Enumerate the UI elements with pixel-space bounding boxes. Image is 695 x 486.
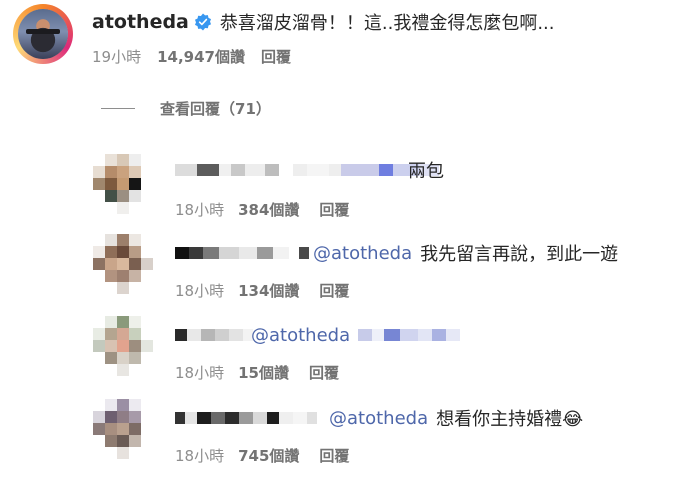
main-comment-username[interactable]: atotheda <box>92 11 189 33</box>
view-replies-button[interactable]: 查看回覆（71） <box>101 98 271 119</box>
reply-item: @atotheda 想看你主持婚禮😂 18小時 745個讚 回覆 <box>0 397 695 477</box>
verified-badge-icon <box>194 13 211 31</box>
comment-thread: atotheda 恭喜溜皮溜骨！！這..我禮金得怎麼包啊... 19小時 14,… <box>0 0 695 486</box>
reply-meta: 18小時 15個讚 回覆 <box>175 362 339 383</box>
reply-mention[interactable]: @atotheda <box>313 243 412 264</box>
reply-text-row: 兩包 <box>400 158 444 182</box>
reply-text: 我先留言再說，到此一遊 <box>420 244 619 265</box>
reply-text-row: @atotheda <box>251 323 461 347</box>
reply-likes[interactable]: 745個讚 <box>238 445 299 466</box>
reply-time[interactable]: 18小時 <box>175 199 224 220</box>
main-comment-text: 恭喜溜皮溜骨！！這..我禮金得怎麼包啊... <box>219 13 555 34</box>
reply-username-redacted[interactable] <box>175 241 309 265</box>
reply-likes[interactable]: 15個讚 <box>238 362 289 383</box>
view-replies-label: 查看回覆（71） <box>160 100 271 118</box>
reply-time[interactable]: 18小時 <box>175 445 224 466</box>
reply-text-row: @atotheda 想看你主持婚禮😂 <box>329 406 584 431</box>
main-comment-avatar[interactable] <box>13 4 73 64</box>
reply-button[interactable]: 回覆 <box>319 445 349 466</box>
view-replies-divider <box>101 108 135 109</box>
reply-meta: 18小時 745個讚 回覆 <box>175 445 349 466</box>
main-comment-reply-button[interactable]: 回覆 <box>261 46 291 67</box>
avatar-photo <box>18 9 68 59</box>
reply-meta: 18小時 384個讚 回覆 <box>175 199 349 220</box>
reply-item: 兩包 18小時 384個讚 回覆 <box>0 150 695 230</box>
reply-mention-redacted[interactable] <box>358 323 461 347</box>
reply-meta: 18小時 134個讚 回覆 <box>175 280 349 301</box>
main-comment-meta: 19小時 14,947個讚 回覆 <box>92 46 291 67</box>
reply-button[interactable]: 回覆 <box>309 362 339 383</box>
reply-time[interactable]: 18小時 <box>175 280 224 301</box>
reply-avatar[interactable] <box>93 234 153 294</box>
reply-button[interactable]: 回覆 <box>319 280 349 301</box>
reply-avatar[interactable] <box>93 316 153 376</box>
main-comment-time[interactable]: 19小時 <box>92 46 141 67</box>
reply-text: 想看你主持婚禮😂 <box>436 409 584 430</box>
reply-likes[interactable]: 134個讚 <box>238 280 299 301</box>
reply-button[interactable]: 回覆 <box>319 199 349 220</box>
reply-text: 兩包 <box>408 161 444 182</box>
reply-avatar[interactable] <box>93 399 153 459</box>
reply-avatar[interactable] <box>93 154 153 214</box>
reply-mention[interactable]: @atotheda <box>251 325 350 346</box>
reply-mention[interactable]: @atotheda <box>329 408 428 429</box>
main-comment-likes[interactable]: 14,947個讚 <box>157 46 245 67</box>
reply-item: @atotheda 18小時 15個讚 回覆 <box>0 314 695 394</box>
reply-likes[interactable]: 384個讚 <box>238 199 299 220</box>
reply-item: @atotheda 我先留言再說，到此一遊 18小時 134個讚 回覆 <box>0 232 695 312</box>
reply-text-row: @atotheda 我先留言再說，到此一遊 <box>313 241 619 266</box>
reply-username-redacted[interactable] <box>175 406 317 430</box>
main-comment-header: atotheda 恭喜溜皮溜骨！！這..我禮金得怎麼包啊... <box>92 9 554 35</box>
reply-username-redacted[interactable] <box>175 323 253 347</box>
reply-time[interactable]: 18小時 <box>175 362 224 383</box>
